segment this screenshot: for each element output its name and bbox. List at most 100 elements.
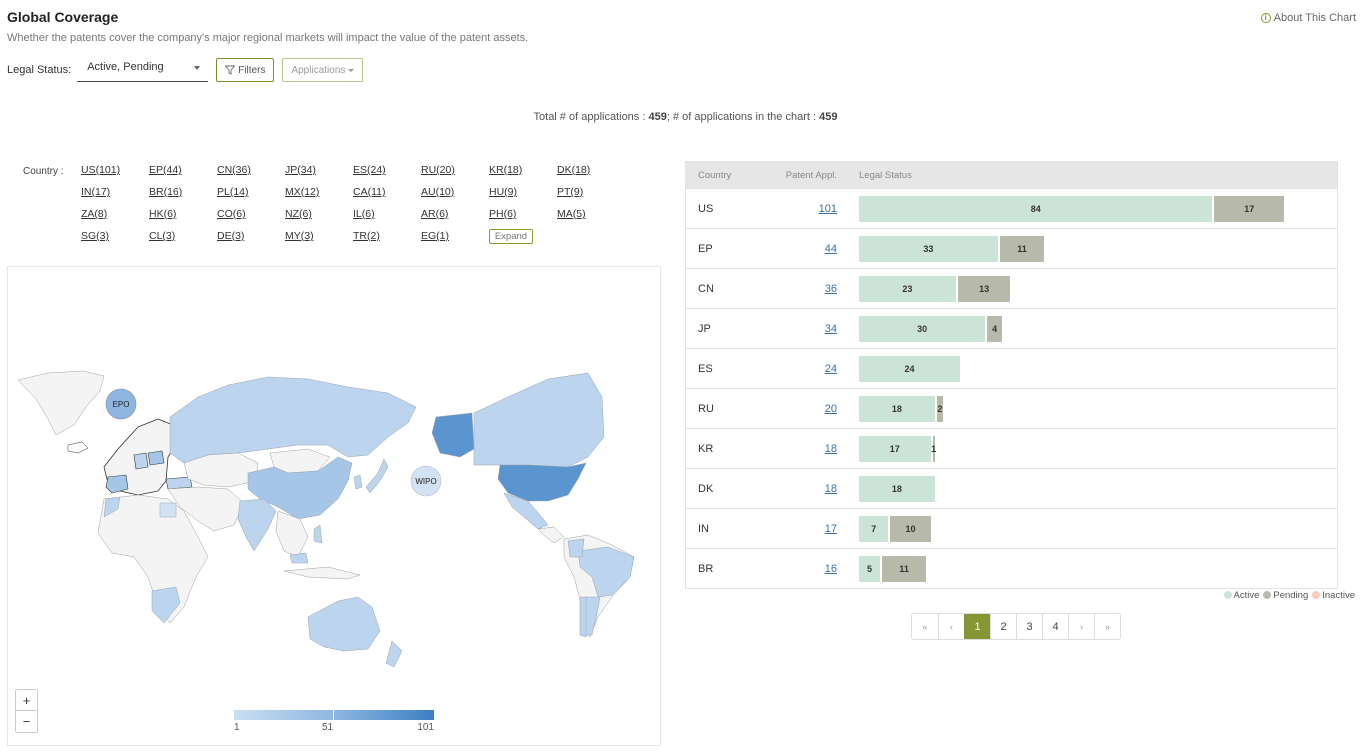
country-germany[interactable] bbox=[133, 452, 149, 470]
prev-page-button[interactable]: ‹ bbox=[938, 614, 964, 639]
bar-segment-active[interactable]: 84 bbox=[859, 195, 1213, 222]
bar-segment-pending[interactable]: 2 bbox=[934, 395, 944, 422]
bar-segment-active[interactable]: 17 bbox=[859, 435, 931, 462]
country-filter-link[interactable]: HK(6) bbox=[149, 208, 217, 230]
country-filter-link[interactable]: IL(6) bbox=[353, 208, 421, 230]
country-filter-link[interactable]: ZA(8) bbox=[81, 208, 149, 230]
page-button-4[interactable]: 4 bbox=[1042, 614, 1068, 639]
bar-segment-pending[interactable]: 10 bbox=[888, 515, 931, 542]
first-page-button[interactable]: « bbox=[912, 614, 938, 639]
country-new-zealand[interactable] bbox=[385, 640, 403, 668]
country-filter-link[interactable]: US(101) bbox=[81, 164, 149, 186]
bar-segment-active[interactable]: 23 bbox=[859, 275, 956, 302]
row-appl-link[interactable]: 17 bbox=[825, 523, 837, 535]
country-russia[interactable] bbox=[169, 376, 417, 464]
country-filter-link[interactable]: AR(6) bbox=[421, 208, 489, 230]
country-korea[interactable] bbox=[353, 474, 363, 490]
row-appl-link[interactable]: 34 bbox=[825, 323, 837, 335]
epo-label: EPO bbox=[113, 400, 130, 409]
bar-segment-pending[interactable]: 17 bbox=[1212, 195, 1284, 222]
country-malaysia[interactable] bbox=[289, 552, 309, 564]
page-button-3[interactable]: 3 bbox=[1016, 614, 1042, 639]
country-poland[interactable] bbox=[147, 450, 165, 466]
country-filter-link[interactable]: HU(9) bbox=[489, 186, 557, 208]
country-filter-link[interactable]: MX(12) bbox=[285, 186, 353, 208]
bar-segment-active[interactable]: 18 bbox=[859, 395, 935, 422]
row-appl-link[interactable]: 18 bbox=[825, 443, 837, 455]
expand-button[interactable]: Expand bbox=[489, 229, 533, 244]
country-japan[interactable] bbox=[365, 458, 389, 494]
wipo-bubble[interactable]: WIPO bbox=[410, 465, 442, 497]
world-map[interactable]: EPO WIPO bbox=[8, 267, 661, 746]
zoom-out-button[interactable]: − bbox=[16, 711, 37, 732]
last-page-button[interactable]: » bbox=[1094, 614, 1120, 639]
region-indonesia[interactable] bbox=[283, 566, 361, 580]
bar-segment-active[interactable]: 24 bbox=[859, 355, 960, 382]
legend-item-inactive[interactable]: Inactive bbox=[1312, 590, 1355, 601]
country-iceland[interactable] bbox=[67, 441, 89, 454]
country-filter-link[interactable]: IN(17) bbox=[81, 186, 149, 208]
legend-item-pending[interactable]: Pending bbox=[1263, 590, 1308, 601]
country-us-alaska[interactable] bbox=[431, 412, 475, 458]
country-filter-link[interactable]: CO(6) bbox=[217, 208, 285, 230]
bar-segment-pending[interactable]: 11 bbox=[880, 555, 927, 582]
country-south-africa[interactable] bbox=[151, 586, 181, 624]
region-central-america[interactable] bbox=[537, 526, 565, 544]
country-filter-link[interactable]: NZ(6) bbox=[285, 208, 353, 230]
bar-segment-active[interactable]: 33 bbox=[859, 235, 998, 262]
country-india[interactable] bbox=[237, 498, 277, 552]
country-filter-link[interactable]: MA(5) bbox=[557, 208, 625, 230]
row-appl-link[interactable]: 36 bbox=[825, 283, 837, 295]
row-appl-link[interactable]: 24 bbox=[825, 363, 837, 375]
row-appl-link[interactable]: 16 bbox=[825, 563, 837, 575]
country-filter-link[interactable]: MY(3) bbox=[285, 230, 353, 252]
country-philippines[interactable] bbox=[313, 524, 323, 544]
country-filter-link[interactable]: PT(9) bbox=[557, 186, 625, 208]
country-filter-link[interactable]: CN(36) bbox=[217, 164, 285, 186]
country-egypt[interactable] bbox=[159, 502, 177, 518]
bar-segment-active[interactable]: 7 bbox=[859, 515, 889, 542]
about-chart-link[interactable]: i About This Chart bbox=[1260, 12, 1356, 24]
country-filter-link[interactable]: RU(20) bbox=[421, 164, 489, 186]
row-appl-link[interactable]: 101 bbox=[819, 203, 837, 215]
row-appl-link[interactable]: 44 bbox=[825, 243, 837, 255]
bar-segment-active[interactable]: 18 bbox=[859, 475, 935, 502]
country-filter-link[interactable]: ES(24) bbox=[353, 164, 421, 186]
country-filter-link[interactable]: SG(3) bbox=[81, 230, 149, 252]
country-filter-link[interactable]: DK(18) bbox=[557, 164, 625, 186]
page-button-1[interactable]: 1 bbox=[964, 614, 990, 639]
country-canada[interactable] bbox=[473, 372, 605, 468]
country-filter-link[interactable]: PL(14) bbox=[217, 186, 285, 208]
country-filter-link[interactable]: JP(34) bbox=[285, 164, 353, 186]
country-filter-link[interactable]: EG(1) bbox=[421, 230, 489, 252]
page-button-2[interactable]: 2 bbox=[990, 614, 1016, 639]
country-australia[interactable] bbox=[307, 596, 381, 652]
bar-segment-pending[interactable]: 11 bbox=[997, 235, 1045, 262]
country-chile[interactable] bbox=[579, 596, 587, 638]
applications-dropdown[interactable]: Applications bbox=[282, 58, 364, 82]
bar-segment-active[interactable]: 5 bbox=[859, 555, 881, 582]
legend-item-active[interactable]: Active bbox=[1223, 590, 1259, 601]
zoom-in-button[interactable]: + bbox=[16, 690, 37, 711]
bar-segment-active[interactable]: 30 bbox=[859, 315, 986, 342]
country-filter-link[interactable]: CL(3) bbox=[149, 230, 217, 252]
legal-status-select[interactable]: Active, Pending bbox=[77, 58, 209, 82]
country-colombia[interactable] bbox=[567, 538, 585, 558]
country-greenland[interactable] bbox=[17, 370, 105, 436]
bar-segment-pending[interactable]: 13 bbox=[955, 275, 1011, 302]
next-page-button[interactable]: › bbox=[1068, 614, 1094, 639]
country-filter-link[interactable]: TR(2) bbox=[353, 230, 421, 252]
country-filter-link[interactable]: AU(10) bbox=[421, 186, 489, 208]
country-filter-link[interactable]: EP(44) bbox=[149, 164, 217, 186]
country-filter-link[interactable]: CA(11) bbox=[353, 186, 421, 208]
country-filter-link[interactable]: BR(16) bbox=[149, 186, 217, 208]
bar-segment-pending[interactable]: 1 bbox=[930, 435, 936, 462]
country-filter-link[interactable]: DE(3) bbox=[217, 230, 285, 252]
row-appl-link[interactable]: 18 bbox=[825, 483, 837, 495]
bar-segment-pending[interactable]: 4 bbox=[985, 315, 1003, 342]
row-appl-link[interactable]: 20 bbox=[825, 403, 837, 415]
country-filter-link[interactable]: KR(18) bbox=[489, 164, 557, 186]
country-filter-link[interactable]: PH(6) bbox=[489, 208, 557, 230]
filters-button[interactable]: Filters bbox=[216, 58, 275, 82]
epo-bubble[interactable]: EPO bbox=[105, 388, 137, 420]
